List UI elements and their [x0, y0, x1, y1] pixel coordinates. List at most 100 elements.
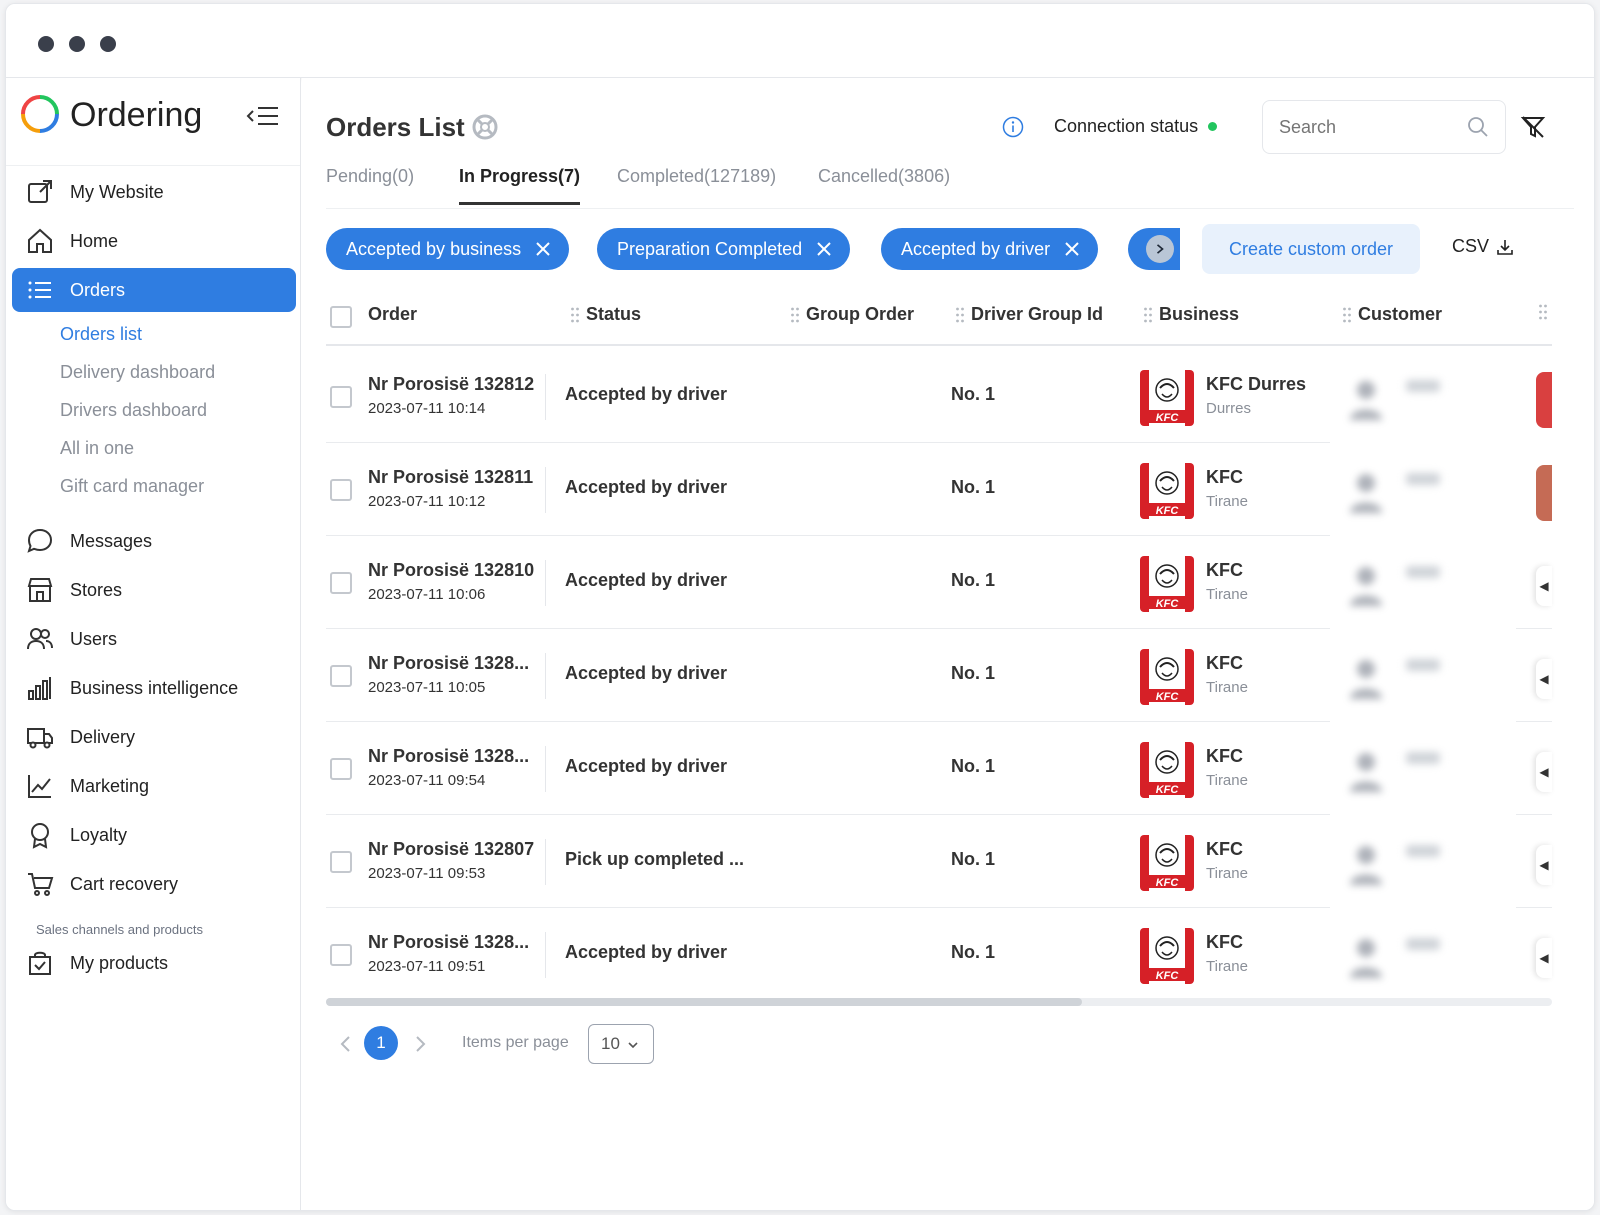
sidebar-item-label: My products — [70, 952, 169, 973]
row-checkbox[interactable] — [330, 386, 352, 408]
business-city: Tirane — [1206, 772, 1248, 789]
page-number-current[interactable]: 1 — [364, 1026, 398, 1060]
order-status: Accepted by driver — [565, 384, 728, 404]
close-icon[interactable] — [535, 241, 551, 257]
drag-handle-icon[interactable] — [1538, 304, 1548, 320]
chevron-down-icon — [628, 1042, 638, 1049]
brand-name: Ordering — [70, 96, 203, 134]
search-icon[interactable] — [1467, 116, 1489, 138]
drag-handle-icon[interactable] — [1342, 307, 1352, 323]
order-status: Accepted by driver — [565, 756, 728, 776]
row-edge-thumbnail[interactable] — [1536, 465, 1552, 521]
select-all-checkbox[interactable] — [330, 306, 352, 328]
sidebar-item-users[interactable]: Users — [12, 617, 296, 661]
tab-pending[interactable]: Pending(0) — [326, 166, 414, 187]
sidebar-item-label: My Website — [70, 181, 164, 202]
row-checkbox[interactable] — [330, 479, 352, 501]
filter-chip-accepted-by-business[interactable]: Accepted by business — [326, 228, 570, 270]
window-dot-minimize[interactable] — [69, 36, 85, 52]
svg-text:KFC: KFC — [1156, 877, 1180, 889]
tab-cancelled[interactable]: Cancelled(3806) — [818, 166, 950, 187]
row-expand-button[interactable]: ◀ — [1536, 659, 1552, 699]
chips-scroll-right-button[interactable] — [1146, 235, 1174, 263]
filter-clear-icon[interactable] — [1520, 114, 1546, 140]
close-icon[interactable] — [816, 241, 832, 257]
column-header-customer[interactable]: Customer — [1342, 304, 1442, 325]
table-header: Order Status Group Order Driver Group Id… — [326, 288, 1552, 346]
collapse-sidebar-icon[interactable] — [246, 104, 280, 128]
drag-handle-icon[interactable] — [1143, 307, 1153, 323]
row-expand-button[interactable]: ◀ — [1536, 752, 1552, 792]
window-dot-maximize[interactable] — [100, 36, 116, 52]
sidebar-subitem-orders-list[interactable]: Orders list — [60, 324, 142, 345]
customer-avatar-icon — [1350, 381, 1382, 420]
order-status: Accepted by driver — [565, 663, 728, 683]
sidebar-item-delivery[interactable]: Delivery — [12, 715, 296, 759]
sidebar-subitem-delivery-dashboard[interactable]: Delivery dashboard — [60, 362, 215, 383]
scrollbar-thumb[interactable] — [326, 998, 1082, 1006]
row-checkbox[interactable] — [330, 665, 352, 687]
row-expand-button[interactable]: ◀ — [1536, 938, 1552, 978]
chevron-right-icon[interactable] — [410, 1032, 430, 1056]
filter-chip-accepted-by-driver[interactable]: Accepted by driver — [881, 228, 1099, 270]
driver-group-id: No. 1 — [951, 942, 996, 962]
table-row[interactable]: Nr Porosisë 132810 2023-07-11 10:06 Acce… — [326, 536, 1552, 629]
column-header-group-order[interactable]: Group Order — [790, 304, 914, 325]
info-icon[interactable] — [1002, 116, 1024, 138]
sidebar-item-business-intelligence[interactable]: Business intelligence — [12, 666, 296, 710]
create-custom-order-button[interactable]: Create custom order — [1202, 224, 1420, 274]
items-per-page-value: 10 — [601, 1034, 620, 1053]
column-header-status[interactable]: Status — [570, 304, 641, 325]
tab-completed[interactable]: Completed(127189) — [617, 166, 776, 187]
table-row[interactable]: Nr Porosisë 1328... 2023-07-11 09:51 Acc… — [326, 908, 1552, 1001]
csv-export-button[interactable]: CSV — [1452, 236, 1515, 257]
column-header-more[interactable] — [1538, 304, 1554, 320]
table-row[interactable]: Nr Porosisë 1328... 2023-07-11 09:54 Acc… — [326, 722, 1552, 815]
tab-in-progress[interactable]: In Progress(7) — [459, 166, 580, 187]
sidebar-subitem-gift-card-manager[interactable]: Gift card manager — [60, 476, 204, 497]
column-header-order[interactable]: Order — [368, 304, 417, 325]
filter-chip-preparation-completed[interactable]: Preparation Completed — [597, 228, 851, 270]
lifebuoy-icon[interactable] — [472, 114, 498, 140]
sidebar-item-loyalty[interactable]: Loyalty — [12, 813, 296, 857]
drag-handle-icon[interactable] — [955, 307, 965, 323]
row-checkbox[interactable] — [330, 944, 352, 966]
sidebar-item-messages[interactable]: Messages — [12, 519, 296, 563]
table-row[interactable]: Nr Porosisë 132811 2023-07-11 10:12 Acce… — [326, 443, 1552, 536]
window-dot-close[interactable] — [38, 36, 54, 52]
sidebar-item-my-website[interactable]: My Website — [12, 170, 296, 214]
sidebar-item-marketing[interactable]: Marketing — [12, 764, 296, 808]
award-icon — [31, 823, 49, 849]
items-per-page-select[interactable]: 10 — [588, 1024, 654, 1064]
drag-handle-icon[interactable] — [790, 307, 800, 323]
table-row[interactable]: Nr Porosisë 132812 2023-07-11 10:14 Acce… — [326, 350, 1552, 443]
svg-text:KFC: KFC — [1156, 691, 1180, 703]
column-header-driver-group-id[interactable]: Driver Group Id — [955, 304, 1103, 325]
row-edge-thumbnail[interactable] — [1536, 372, 1552, 428]
drag-handle-icon[interactable] — [570, 307, 580, 323]
sidebar-subitem-drivers-dashboard[interactable]: Drivers dashboard — [60, 400, 207, 421]
home-icon — [28, 228, 52, 253]
close-icon[interactable] — [1064, 241, 1080, 257]
column-divider — [545, 932, 546, 978]
sidebar-item-stores[interactable]: Stores — [12, 568, 296, 612]
row-expand-button[interactable]: ◀ — [1536, 566, 1552, 606]
column-divider — [545, 467, 546, 513]
sidebar-item-my-products[interactable]: My products — [12, 941, 296, 985]
sidebar-item-cart-recovery[interactable]: Cart recovery — [12, 862, 296, 906]
chevron-left-icon[interactable] — [336, 1032, 356, 1056]
kfc-logo-icon: KFC — [1140, 649, 1194, 705]
column-header-business[interactable]: Business — [1143, 304, 1239, 325]
table-row[interactable]: Nr Porosisë 132807 2023-07-11 09:53 Pick… — [326, 815, 1552, 908]
row-checkbox[interactable] — [330, 572, 352, 594]
sidebar-item-home[interactable]: Home — [12, 219, 296, 263]
svg-text:KFC: KFC — [1156, 784, 1180, 796]
search-input[interactable] — [1279, 116, 1449, 138]
table-horizontal-scrollbar[interactable] — [326, 998, 1552, 1006]
row-expand-button[interactable]: ◀ — [1536, 845, 1552, 885]
sidebar-item-orders[interactable]: Orders — [12, 268, 296, 312]
row-checkbox[interactable] — [330, 758, 352, 780]
row-checkbox[interactable] — [330, 851, 352, 873]
table-row[interactable]: Nr Porosisë 1328... 2023-07-11 10:05 Acc… — [326, 629, 1552, 722]
sidebar-subitem-all-in-one[interactable]: All in one — [60, 438, 134, 459]
